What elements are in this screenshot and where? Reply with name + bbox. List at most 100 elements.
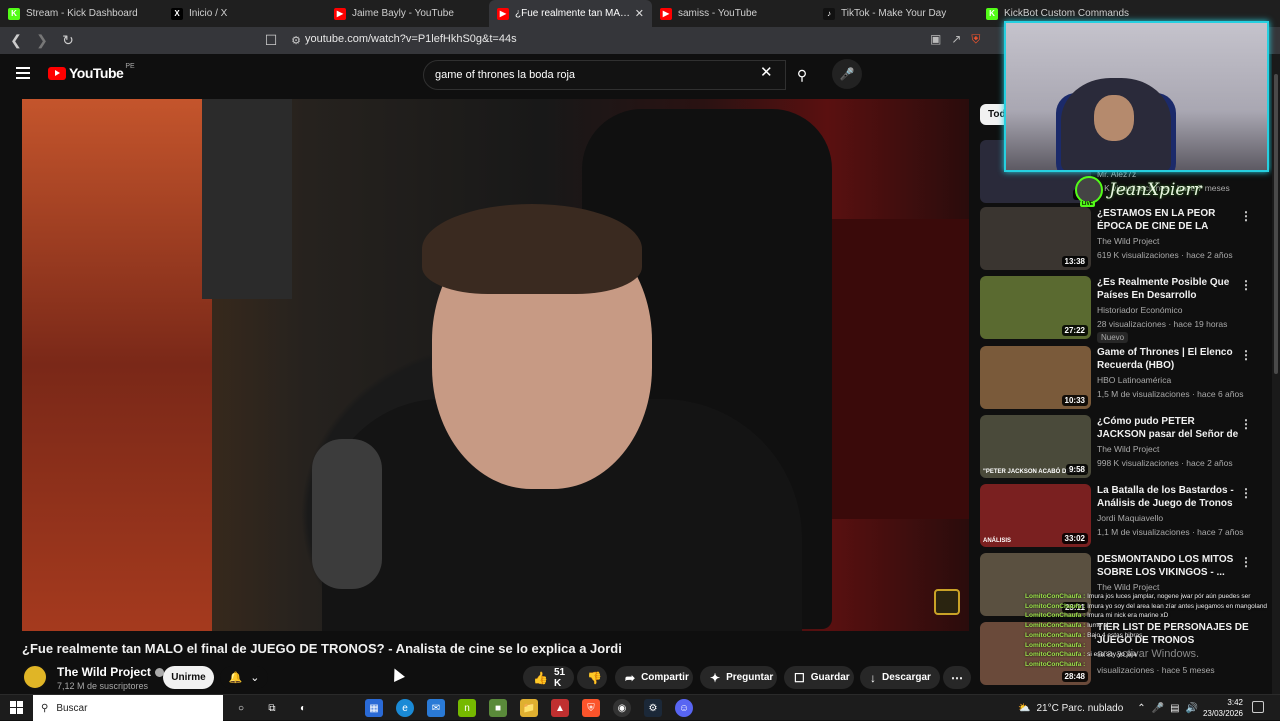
brave-icon[interactable]: ⛨ (582, 699, 600, 717)
join-button[interactable]: Unirme (163, 666, 214, 689)
video-title[interactable]: ¿ESTAMOS EN LA PEOR ÉPOCA DE CINE DE LA … (1097, 207, 1242, 233)
recommended-video[interactable]: ANÁLISIS 33:02 La Batalla de los Bastardos… (980, 484, 1270, 550)
chat-message: LomitoConChaufa : Imura mi nick era mari… (1025, 611, 1280, 621)
taskbar-clock[interactable]: 3:42 23/03/2026 (1198, 697, 1243, 719)
more-vertical-icon[interactable]: ⋮ (1240, 555, 1252, 569)
channel-name[interactable]: The Wild Project (57, 665, 164, 679)
mail-icon[interactable]: ✉ (427, 699, 445, 717)
browser-tab[interactable]: ▶ samiss - YouTube (652, 0, 815, 27)
video-title[interactable]: Game of Thrones | El Elenco Recuerda (HB… (1097, 346, 1242, 372)
background-poster-dead-of-winter (202, 99, 292, 299)
browser-tab[interactable]: ▶ ¿Fue realmente tan MALO el ✕ (489, 0, 652, 27)
network-icon[interactable]: ▤ (1170, 703, 1179, 714)
ask-button[interactable]: ✦ Preguntar (700, 666, 777, 689)
video-channel[interactable]: HBO Latinoamérica (1097, 375, 1171, 385)
video-title[interactable]: ¿Cómo pudo PETER JACKSON pasar del Señor… (1097, 415, 1242, 441)
search-button[interactable]: ⚲ (786, 60, 818, 90)
brave-shield-icon[interactable]: ⛨ (971, 32, 980, 47)
url-field[interactable]: youtube.com/watch?v=P1lefHkhS0g&t=44s (305, 33, 517, 45)
weather-icon[interactable]: ⛅ (1018, 703, 1030, 714)
search-icon: ⚲ (41, 702, 49, 714)
discord-icon[interactable]: ☺ (675, 699, 693, 717)
volume-icon[interactable]: 🔊 (1186, 703, 1198, 714)
back-icon[interactable]: ❮ (6, 31, 26, 51)
search-input[interactable]: game of thrones la boda roja (423, 60, 786, 90)
store-icon[interactable]: ▦ (365, 699, 383, 717)
reload-icon[interactable]: ↻ (58, 31, 78, 51)
mic-tray-icon[interactable]: 🎤 (1152, 703, 1164, 714)
video-meta: 1,5 M de visualizaciones · hace 6 años (1097, 389, 1244, 399)
cortana-icon[interactable]: ○ (232, 699, 250, 717)
clock-time: 3:42 (1227, 698, 1243, 707)
app-icon[interactable]: ▲ (551, 699, 569, 717)
chat-text: Iumo al... (1087, 622, 1114, 630)
more-vertical-icon[interactable]: ⋮ (1240, 278, 1252, 292)
more-vertical-icon[interactable]: ⋮ (1240, 209, 1252, 223)
video-channel[interactable]: Jordi Maquiavello (1097, 513, 1163, 523)
page-scrollbar[interactable] (1272, 54, 1280, 694)
edge-icon[interactable]: e (396, 699, 414, 717)
like-button[interactable]: 👍 51 K (523, 666, 574, 689)
recommended-video[interactable]: 10:33 Game of Thrones | El Elenco Recuerd… (980, 346, 1270, 412)
speedometer-icon[interactable]: ◐ (294, 699, 312, 717)
studio-microphone (312, 439, 382, 589)
notifications-button[interactable]: 🔔 ⌄ (220, 666, 268, 689)
browser-tab[interactable]: ♪ TikTok - Make Your Day (815, 0, 978, 27)
obs-icon[interactable]: ◉ (613, 699, 631, 717)
streamer-name: JeanXpierr (1109, 180, 1202, 200)
video-duration: 28:48 (1061, 671, 1088, 682)
video-duration: 13:38 (1061, 256, 1088, 267)
bookmark-icon[interactable]: ☐ (261, 31, 281, 51)
dislike-button[interactable]: 👎 (577, 666, 607, 689)
channel-watermark-icon[interactable] (934, 589, 960, 615)
save-button[interactable]: ☐ Guardar (784, 666, 854, 689)
video-channel[interactable]: The Wild Project (1097, 236, 1159, 246)
more-vertical-icon[interactable]: ⋮ (1240, 417, 1252, 431)
file-explorer-icon[interactable]: 📁 (520, 699, 538, 717)
download-button[interactable]: ↓ Descargar (860, 666, 940, 689)
presenter-hair (422, 204, 642, 294)
recommended-video[interactable]: 13:38 ¿ESTAMOS EN LA PEOR ÉPOCA DE CINE D… (980, 207, 1270, 273)
video-player[interactable] (22, 99, 969, 631)
steam-icon[interactable]: ⚙ (644, 699, 662, 717)
browser-tab[interactable]: X Inicio / X (163, 0, 326, 27)
new-badge: Nuevo (1097, 332, 1129, 343)
scrollbar-thumb[interactable] (1274, 74, 1278, 374)
youtube-logo[interactable]: YouTube PE (48, 63, 135, 81)
taskbar-search-placeholder: Buscar (56, 702, 88, 714)
chat-username: LomitoConChaufa : (1025, 641, 1086, 649)
forward-icon[interactable]: ❯ (32, 31, 52, 51)
more-vertical-icon[interactable]: ⋮ (1240, 486, 1252, 500)
voice-search-icon[interactable]: 🎤 (832, 59, 862, 89)
share-button[interactable]: ➦ Compartir (615, 666, 693, 689)
webcam-face (1094, 95, 1134, 141)
menu-icon[interactable] (16, 67, 30, 79)
video-thumbnail: 27:22 (980, 276, 1091, 339)
video-title[interactable]: ¿Es Realmente Posible Que Países En Desa… (1097, 276, 1242, 302)
task-view-icon[interactable]: ⧉ (263, 699, 281, 717)
taskbar-search[interactable]: ⚲ Buscar (33, 695, 223, 721)
clear-search-icon[interactable]: ✕ (760, 63, 773, 81)
weather-text[interactable]: 21°C Parc. nublado (1036, 703, 1123, 714)
cast-icon[interactable]: ▣ (930, 32, 941, 47)
video-title[interactable]: La Batalla de los Bastardos - Análisis d… (1097, 484, 1242, 510)
nvidia-icon[interactable]: n (458, 699, 476, 717)
minecraft-icon[interactable]: ■ (489, 699, 507, 717)
video-title[interactable]: DESMONTANDO LOS MITOS SOBRE LOS VIKINGOS… (1097, 553, 1242, 579)
recommended-video[interactable]: "PETER JACKSON ACABÓ DESTR... 9:58 ¿Cómo p… (980, 415, 1270, 481)
video-channel[interactable]: Historiador Económico (1097, 305, 1183, 315)
channel-avatar[interactable] (22, 664, 48, 690)
share-icon[interactable]: ↗ (951, 32, 961, 47)
video-channel[interactable]: The Wild Project (1097, 582, 1159, 592)
tab-close-icon[interactable]: ✕ (635, 7, 644, 20)
recommended-video[interactable]: 27:22 ¿Es Realmente Posible Que Países En… (980, 276, 1270, 343)
browser-tab[interactable]: ▶ Jaime Bayly - YouTube (326, 0, 489, 27)
windows-start-icon[interactable] (10, 701, 23, 714)
more-vertical-icon[interactable]: ⋮ (1240, 348, 1252, 362)
notification-icon[interactable] (1252, 701, 1264, 713)
video-channel[interactable]: The Wild Project (1097, 444, 1159, 454)
tray-chevron-icon[interactable]: ⌃ (1137, 703, 1145, 714)
more-actions-button[interactable]: ⋯ (943, 666, 971, 689)
site-settings-icon[interactable]: ⚙ (286, 31, 306, 51)
browser-tab[interactable]: K Stream - Kick Dashboard (0, 0, 163, 27)
